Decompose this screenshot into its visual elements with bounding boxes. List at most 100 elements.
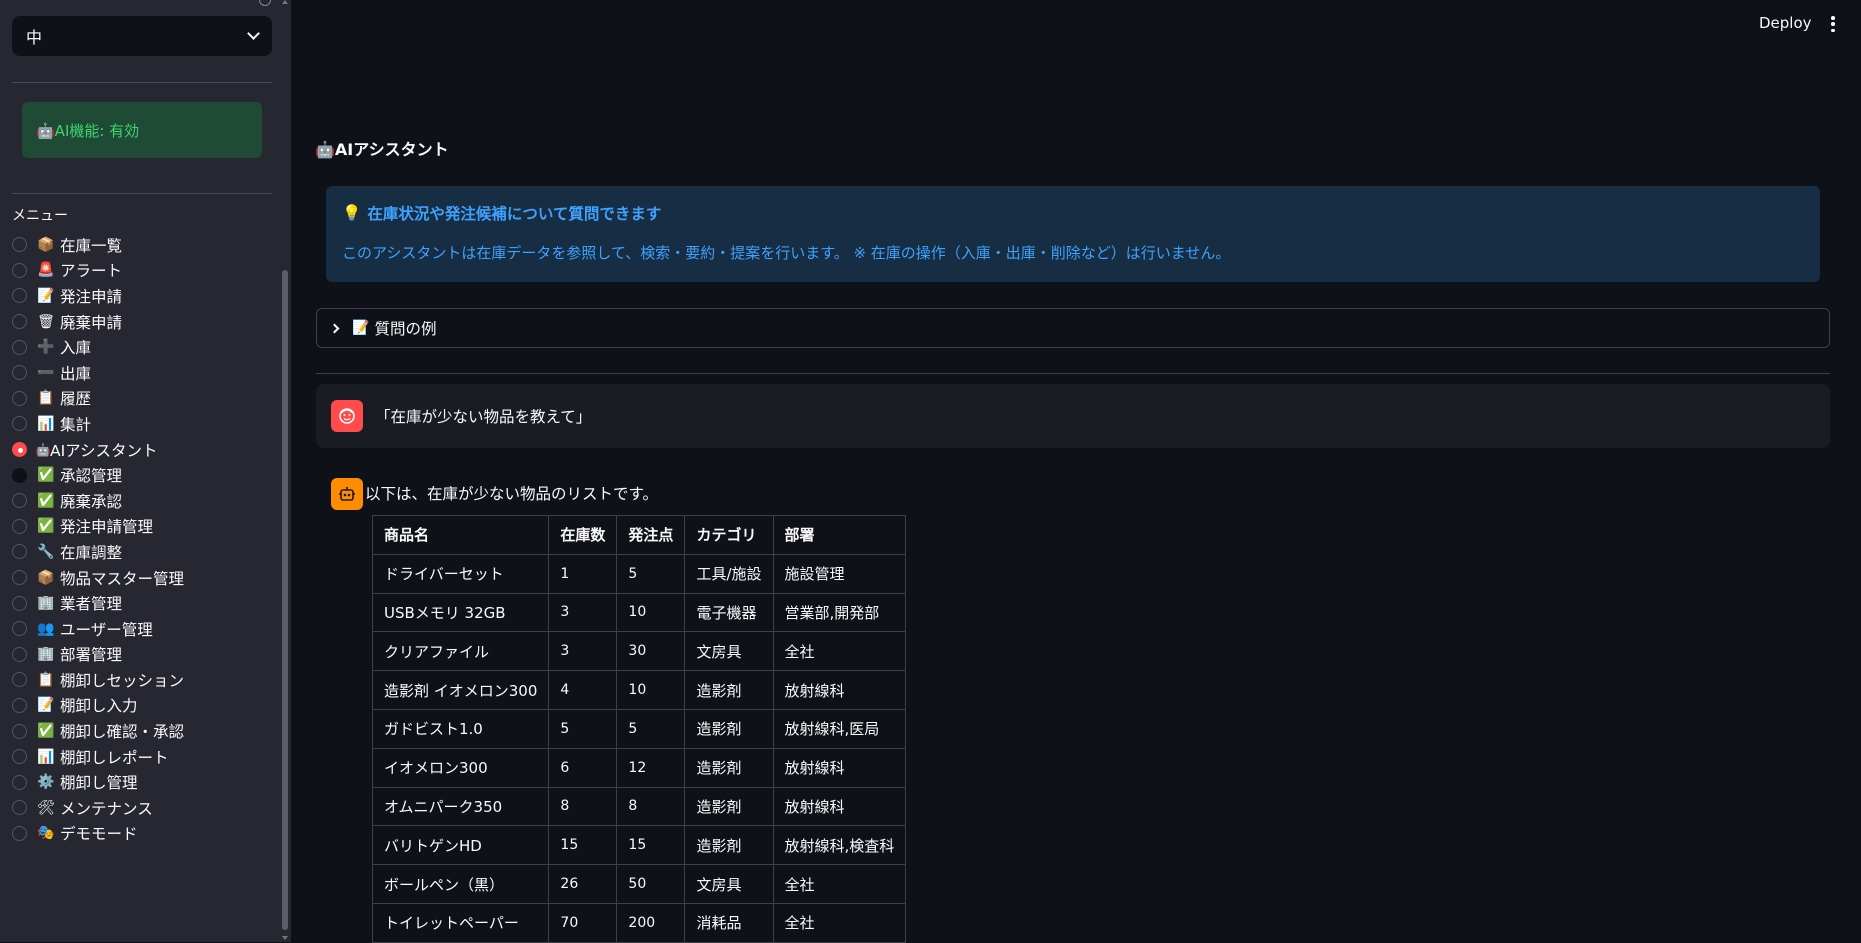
sidebar-item[interactable]: ➕ 入庫 <box>12 334 282 360</box>
table-cell: 26 <box>548 864 618 904</box>
table-cell: 造影剤 <box>684 747 774 788</box>
radio-button[interactable] <box>12 416 27 432</box>
radio-button[interactable] <box>12 800 27 816</box>
assistant-message-text: 以下は、在庫が少ない物品のリストです。 <box>365 485 658 503</box>
table-cell: 70 <box>548 902 618 943</box>
radio-button[interactable] <box>12 749 27 765</box>
sidebar-item[interactable]: 📝 棚卸し入力 <box>12 693 282 719</box>
sidebar-item-label: 発注申請管理 <box>60 518 154 537</box>
table-cell: 放射線科 <box>772 747 907 788</box>
table-cell: 10 <box>616 592 686 633</box>
menu-item-icon: 📋 <box>37 671 55 688</box>
table-cell: 造影剤 <box>684 786 774 827</box>
scroll-up-icon[interactable] <box>282 0 288 4</box>
menu-item-icon: 🔧 <box>37 543 55 560</box>
radio-button[interactable] <box>12 595 27 611</box>
sidebar-item-label: ユーザー管理 <box>60 620 153 639</box>
menu-item-icon: ➕ <box>37 339 55 356</box>
radio-button[interactable] <box>12 288 27 304</box>
sidebar-item-label: 発注申請 <box>60 287 123 306</box>
radio-button[interactable] <box>12 390 27 406</box>
menu-item-icon: 🗑 <box>37 313 55 330</box>
radio-button[interactable] <box>12 262 27 278</box>
info-box: 💡 在庫状況や発注候補について質問できます このアシスタントは在庫データを参照し… <box>326 186 1820 282</box>
sidebar-item[interactable]: 📋 履歴 <box>12 386 282 412</box>
radio-button[interactable] <box>12 774 27 790</box>
table-cell: バリトゲンHD <box>371 825 550 866</box>
sidebar-item-label: 部署管理 <box>60 646 123 665</box>
menu-item-icon: 🎭 <box>37 825 55 842</box>
table-cell: ドライバーセット <box>371 553 550 594</box>
radio-button[interactable] <box>12 467 27 483</box>
menu-item-icon: ✅ <box>37 518 55 535</box>
table-cell: 4 <box>548 670 618 710</box>
sidebar-item[interactable]: ✅ 棚卸し確認・承認 <box>12 718 282 744</box>
sidebar-item[interactable]: 🛠 メンテナンス <box>12 795 282 821</box>
table-cell: 8 <box>548 786 618 827</box>
menu-item-icon: 📦 <box>37 236 55 253</box>
radio-button[interactable] <box>12 493 27 509</box>
sidebar-item[interactable]: 🔧 在庫調整 <box>12 539 282 565</box>
sidebar-item[interactable]: 📊 集計 <box>12 411 282 437</box>
radio-button[interactable] <box>12 365 27 381</box>
question-examples-expander[interactable]: 📝 質問の例 <box>316 308 1830 348</box>
radio-button[interactable] <box>12 314 27 330</box>
menu-item-icon: 📝 <box>37 697 55 714</box>
sidebar-item-label: アラート <box>60 262 123 281</box>
page-title: 🤖AIアシスタント <box>315 140 449 159</box>
sidebar-item[interactable]: ✅ 廃棄承認 <box>12 488 282 514</box>
sidebar-item[interactable]: 📊 棚卸しレポート <box>12 744 282 770</box>
table-cell: 50 <box>616 864 686 904</box>
radio-button[interactable] <box>12 621 27 637</box>
sidebar-item[interactable]: 🗑 廃棄申請 <box>12 309 282 335</box>
table-cell: 5 <box>616 553 686 594</box>
settings-circle-icon[interactable] <box>259 0 271 6</box>
menu-item-icon: 🏢 <box>37 646 55 663</box>
table-cell: USBメモリ 32GB <box>371 592 550 633</box>
sidebar-item[interactable]: 🚨 アラート <box>12 258 282 284</box>
sidebar-item[interactable]: ✅ 発注申請管理 <box>12 514 282 540</box>
radio-button[interactable] <box>12 544 27 560</box>
sidebar-item-label: 出庫 <box>60 364 92 383</box>
sidebar-item[interactable]: 🏢 部署管理 <box>12 642 282 668</box>
radio-button[interactable] <box>12 825 27 841</box>
table-cell: 造影剤 <box>684 670 774 710</box>
sidebar-scrollbar[interactable] <box>281 0 289 942</box>
more-menu-icon[interactable] <box>1831 16 1835 32</box>
radio-button[interactable] <box>12 518 27 534</box>
sidebar-item[interactable]: 🏢 業者管理 <box>12 590 282 616</box>
sidebar-item[interactable]: ⚙️ 棚卸し管理 <box>12 769 282 795</box>
menu-item-icon: 📊 <box>37 748 55 765</box>
ai-status-text: 🤖AI機能: 有効 <box>36 121 140 140</box>
table-header-cell: 部署 <box>772 515 907 555</box>
radio-button[interactable] <box>12 442 27 458</box>
sidebar-item[interactable]: 👥 ユーザー管理 <box>12 616 282 642</box>
sidebar-item[interactable]: ➖ 出庫 <box>12 360 282 386</box>
language-select[interactable]: 中 <box>12 16 272 56</box>
scrollbar-thumb[interactable] <box>282 270 288 930</box>
sidebar-item[interactable]: 📦 物品マスター管理 <box>12 565 282 591</box>
table-row: USBメモリ 32GB 3 10 電子機器 営業部,開発部 <box>371 592 907 633</box>
table-header-cell: 発注点 <box>616 515 686 555</box>
sidebar-item[interactable]: ✅ 承認管理 <box>12 462 282 488</box>
sidebar-item[interactable]: 🎭 デモモード <box>12 821 282 847</box>
radio-button[interactable] <box>12 672 27 688</box>
table-row: イオメロン300 6 12 造影剤 放射線科 <box>371 747 907 788</box>
sidebar-item[interactable]: 📦 在庫一覧 <box>12 232 282 258</box>
sidebar-item[interactable]: 📝 発注申請 <box>12 283 282 309</box>
menu-item-icon: ✅ <box>37 492 55 509</box>
radio-button[interactable] <box>12 237 27 253</box>
radio-button[interactable] <box>12 570 27 586</box>
radio-button[interactable] <box>12 339 27 355</box>
radio-button[interactable] <box>12 646 27 662</box>
sidebar-item[interactable]: 🤖 AIアシスタント <box>12 437 282 463</box>
deploy-button[interactable]: Deploy <box>1759 14 1812 32</box>
menu-item-icon: 📊 <box>37 415 55 432</box>
divider <box>316 373 1830 374</box>
radio-button[interactable] <box>12 697 27 713</box>
radio-button[interactable] <box>12 723 27 739</box>
sidebar-item[interactable]: 📋 棚卸しセッション <box>12 667 282 693</box>
scroll-down-icon[interactable] <box>282 936 288 940</box>
table-cell: 30 <box>616 631 686 672</box>
table-cell: 3 <box>548 592 618 633</box>
